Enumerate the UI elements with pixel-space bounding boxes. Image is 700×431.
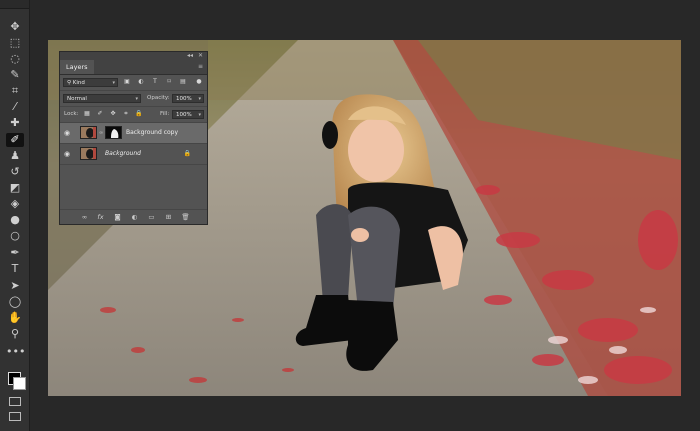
lock-position-icon[interactable]: ✥: [109, 110, 117, 118]
add-mask-icon[interactable]: ◙: [113, 213, 122, 221]
opacity-label: Opacity:: [147, 95, 170, 101]
chevron-down-icon: ▾: [112, 80, 115, 86]
quick-select-icon[interactable]: ✎: [6, 68, 24, 82]
new-layer-icon[interactable]: ⊞: [164, 213, 173, 221]
filter-kind-value: Kind: [72, 80, 85, 86]
crop-icon[interactable]: ⌗: [6, 84, 24, 98]
fill-value: 100%: [176, 112, 192, 118]
trash-icon[interactable]: 🗑: [181, 213, 190, 221]
quick-mask-icon[interactable]: [9, 397, 21, 406]
chevron-down-icon: ▾: [198, 96, 201, 102]
layer-row-background-copy[interactable]: ◉ ∞ Background copy: [60, 123, 207, 144]
chevron-down-icon: ▾: [198, 112, 201, 118]
background-color-swatch[interactable]: [13, 377, 26, 390]
move-icon[interactable]: ✥: [6, 20, 24, 34]
opacity-field[interactable]: 100% ▾: [172, 94, 204, 103]
collapse-icon[interactable]: ◂◂: [187, 52, 193, 60]
lock-transparent-icon[interactable]: ▦: [83, 110, 91, 118]
lock-label: Lock:: [64, 111, 79, 117]
gradient-icon[interactable]: ◈: [6, 197, 24, 211]
eyedropper-icon[interactable]: ⁄: [6, 100, 24, 114]
tab-layers[interactable]: Layers: [60, 60, 94, 74]
filter-row: ⚲ Kind ▾ ▣ ◐ T ⌑ ▤ ●: [60, 75, 207, 91]
layer-thumbnail: [80, 147, 97, 160]
layer-name[interactable]: Background: [105, 144, 141, 164]
brush-icon[interactable]: ✐: [6, 133, 24, 147]
lasso-icon[interactable]: ◌: [6, 52, 24, 66]
visibility-eye-icon[interactable]: ◉: [64, 129, 70, 137]
new-group-icon[interactable]: ▭: [147, 213, 156, 221]
opacity-value: 100%: [176, 96, 192, 102]
filter-kind-select[interactable]: ⚲ Kind ▾: [63, 78, 118, 87]
link-layers-icon[interactable]: ∞: [80, 213, 89, 221]
layer-row-background[interactable]: ◉ Background 🔒: [60, 144, 207, 165]
layer-mask-thumbnail[interactable]: [105, 126, 122, 139]
blend-mode-select[interactable]: Normal ▾: [63, 94, 141, 103]
zoom-icon[interactable]: ⚲: [6, 327, 24, 341]
blend-row: Normal ▾ Opacity: 100% ▾: [60, 91, 207, 107]
filter-type-icon[interactable]: T: [151, 78, 159, 86]
chevron-down-icon: ▾: [135, 96, 138, 102]
lock-artboard-icon[interactable]: ⌗: [122, 110, 130, 118]
more-icon[interactable]: •••: [6, 345, 25, 359]
layer-thumbnail: [80, 126, 97, 139]
path-select-icon[interactable]: ➤: [6, 279, 24, 293]
visibility-eye-icon[interactable]: ◉: [64, 150, 70, 158]
fill-label: Fill:: [160, 111, 170, 117]
panel-footer: ∞ fx ◙ ◐ ▭ ⊞ 🗑: [60, 209, 207, 224]
layer-name[interactable]: Background copy: [126, 123, 178, 143]
pen-icon[interactable]: ✒: [6, 246, 24, 260]
filter-toggle-icon[interactable]: ●: [195, 78, 203, 86]
panel-menu-icon[interactable]: ≡: [198, 63, 203, 70]
dodge-icon[interactable]: ○: [6, 229, 24, 243]
filter-adjustment-icon[interactable]: ◐: [137, 78, 145, 86]
lock-all-icon[interactable]: 🔒: [135, 110, 143, 118]
eraser-icon[interactable]: ◩: [6, 181, 24, 195]
tools-panel: ✥ ⬚ ◌ ✎ ⌗ ⁄ ✚ ✐ ♟ ↺ ◩ ◈ ● ○ ✒ T ➤ ◯ ✋ ⚲ …: [0, 0, 30, 431]
stamp-icon[interactable]: ♟: [6, 149, 24, 163]
panel-title-bar[interactable]: ◂◂ ✕: [60, 52, 207, 60]
history-brush-icon[interactable]: ↺: [6, 165, 24, 179]
lock-image-icon[interactable]: ✐: [96, 110, 104, 118]
tools-panel-header[interactable]: [0, 0, 29, 9]
filter-shape-icon[interactable]: ⌑: [165, 78, 173, 86]
fill-field[interactable]: 100% ▾: [172, 110, 204, 119]
hand-icon[interactable]: ✋: [6, 311, 24, 325]
filter-pixel-icon[interactable]: ▣: [123, 78, 131, 86]
marquee-icon[interactable]: ⬚: [6, 36, 24, 50]
layer-style-fx-icon[interactable]: fx: [96, 213, 105, 221]
lock-row: Lock: ▦ ✐ ✥ ⌗ 🔒 Fill: 100% ▾: [60, 107, 207, 123]
shape-icon[interactable]: ◯: [6, 295, 24, 309]
adjustment-layer-icon[interactable]: ◐: [130, 213, 139, 221]
type-icon[interactable]: T: [6, 262, 24, 276]
layers-panel: ◂◂ ✕ Layers ≡ ⚲ Kind ▾ ▣ ◐ T ⌑ ▤ ● Norma…: [59, 51, 208, 225]
lock-icon: 🔒: [183, 150, 191, 157]
mask-link-icon[interactable]: ∞: [99, 130, 103, 136]
filter-smart-object-icon[interactable]: ▤: [179, 78, 187, 86]
close-icon[interactable]: ✕: [198, 52, 203, 60]
blend-mode-value: Normal: [67, 96, 87, 102]
blur-icon[interactable]: ●: [6, 213, 24, 227]
screen-mode-icon[interactable]: [9, 412, 21, 421]
healing-icon[interactable]: ✚: [6, 116, 24, 130]
